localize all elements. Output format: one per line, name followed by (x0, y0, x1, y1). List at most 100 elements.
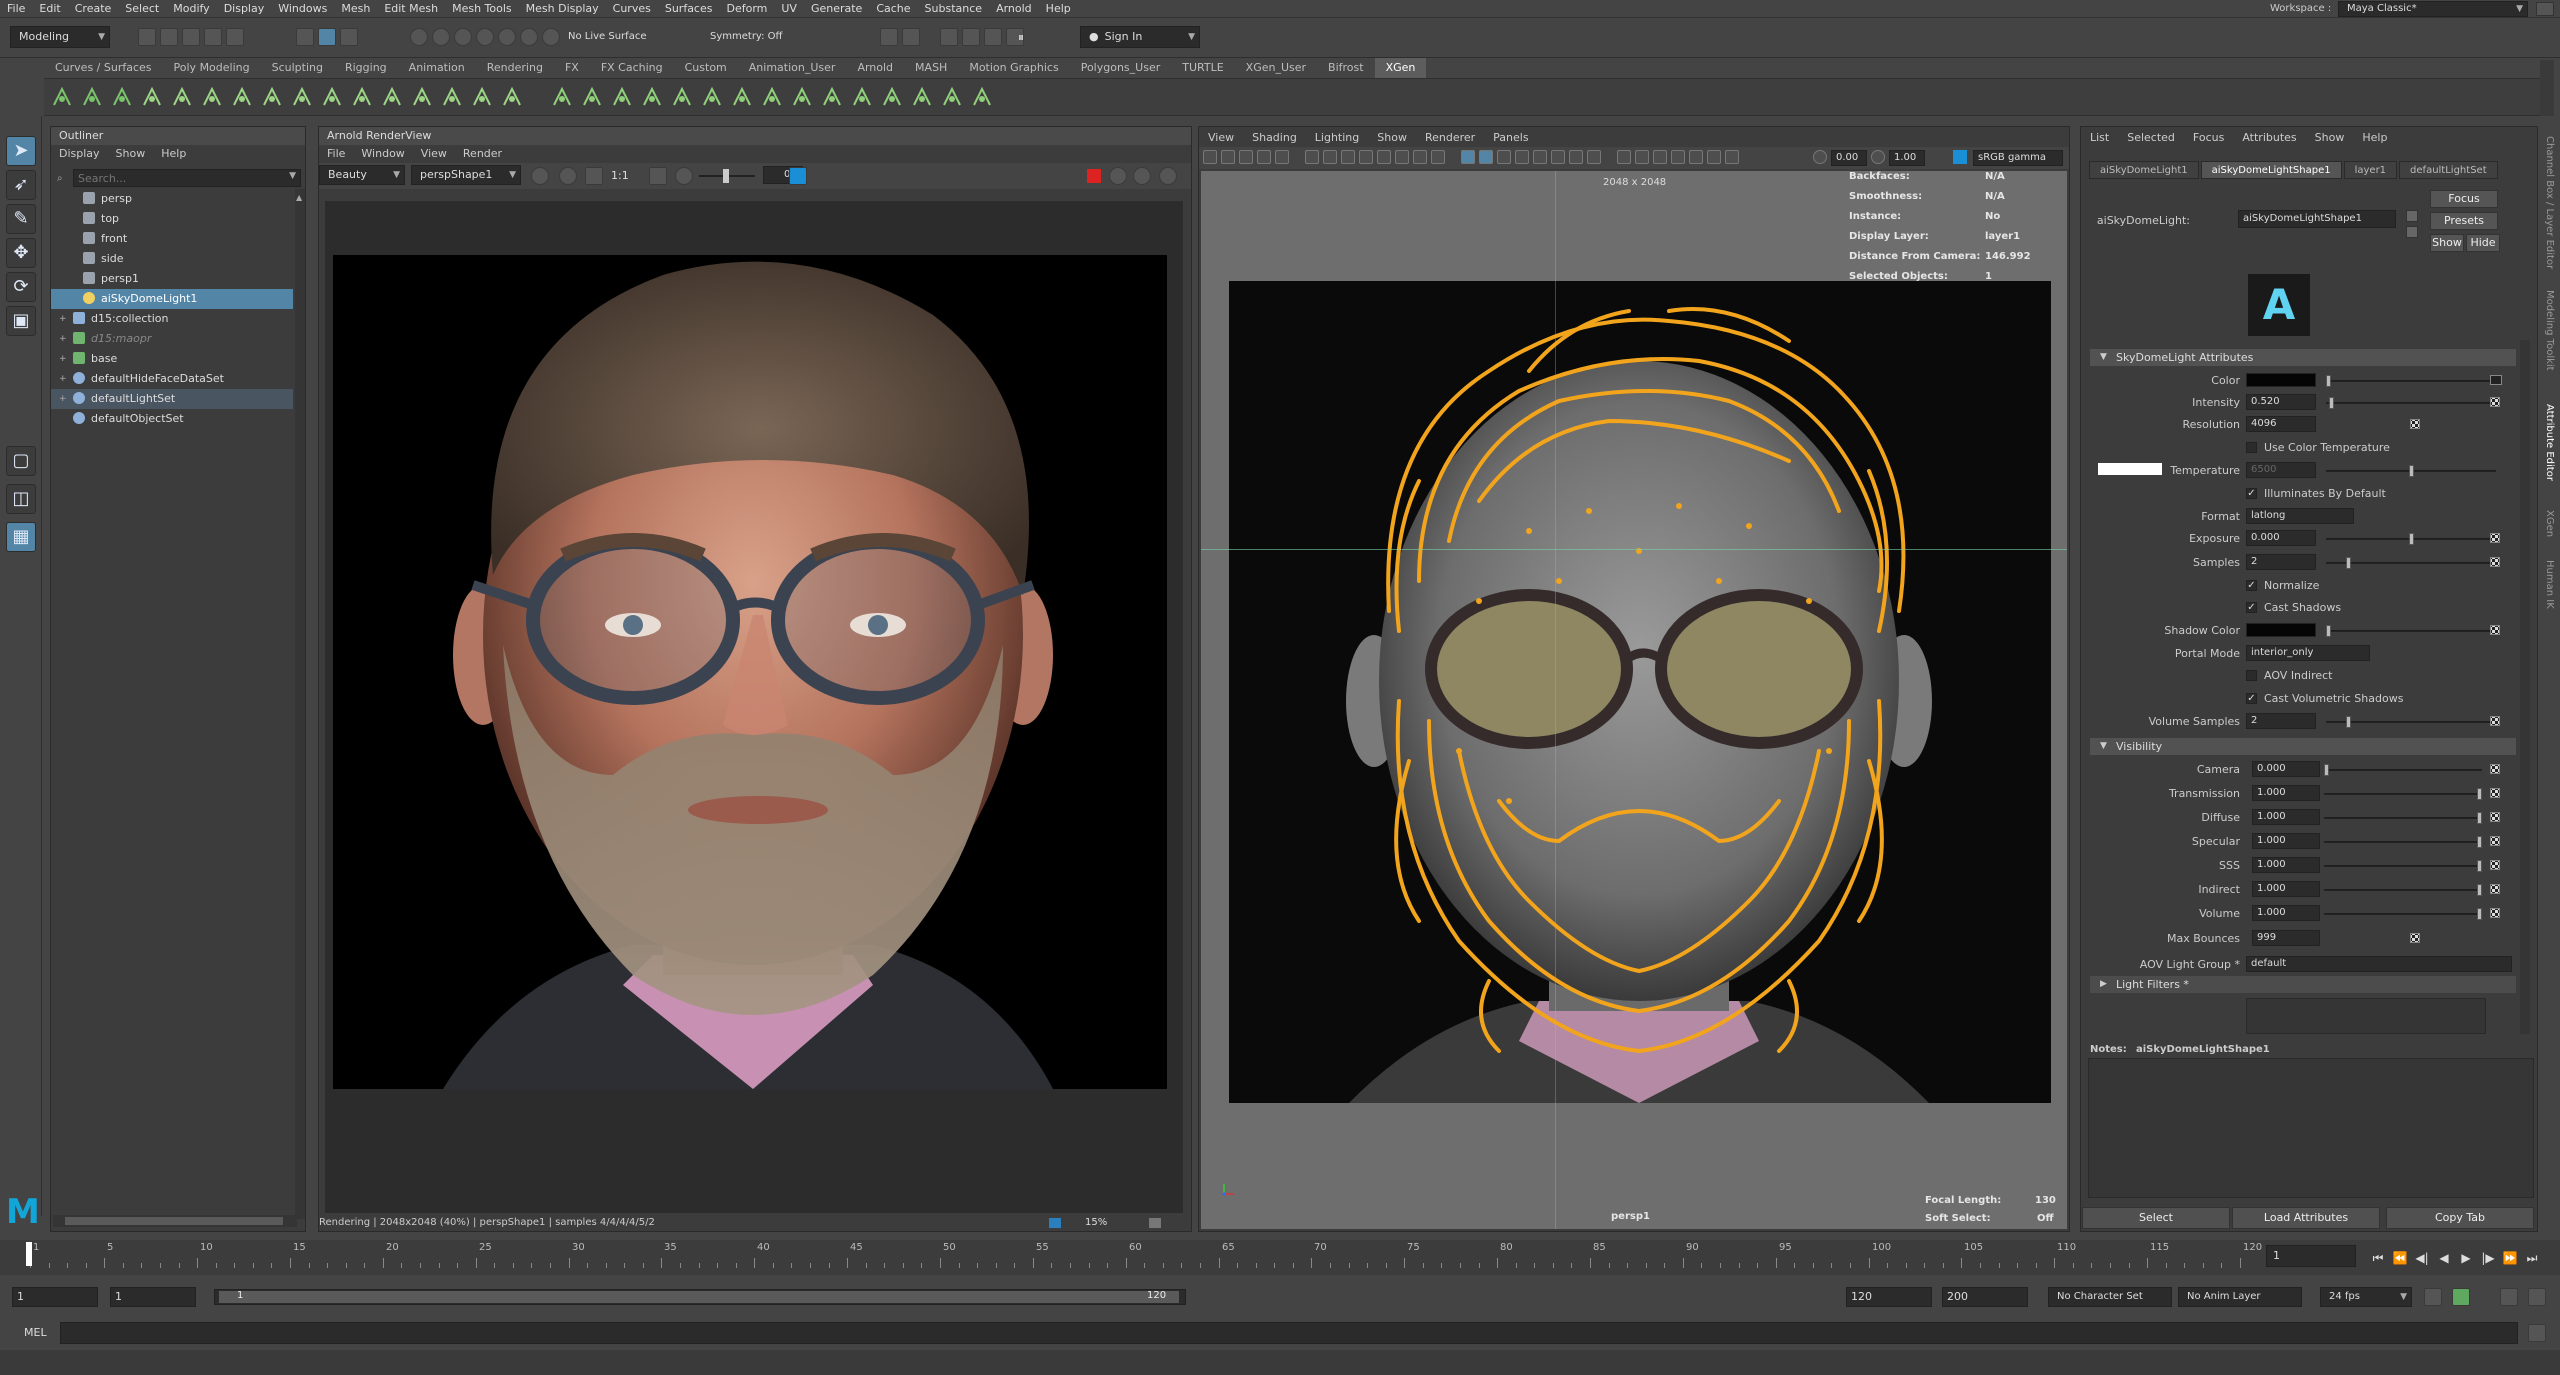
current-frame-field[interactable]: 1 (2266, 1245, 2356, 1267)
scroll-up-icon[interactable]: ▲ (296, 193, 304, 205)
visibility-sss-slider[interactable] (2324, 860, 2482, 872)
gate-mask-icon[interactable] (1377, 150, 1391, 164)
render-canvas[interactable] (325, 201, 1183, 1213)
cast-shadows-checkbox[interactable]: ✓ (2246, 602, 2257, 613)
side-tab-attribute-editor[interactable]: Attribute Editor (2544, 404, 2555, 481)
exposure-slider[interactable] (699, 169, 755, 183)
menu-mesh-display[interactable]: Mesh Display (519, 0, 606, 18)
xgen-part-icon[interactable] (700, 85, 724, 109)
xgen-density-icon[interactable] (580, 85, 604, 109)
menu-uv[interactable]: UV (774, 0, 804, 18)
film-gate-icon[interactable] (1341, 150, 1355, 164)
xgen-transform-icon[interactable] (790, 85, 814, 109)
xgen-preview-icon[interactable] (440, 85, 464, 109)
slider-knob[interactable] (2477, 836, 2482, 848)
outliner-vscrollbar[interactable]: ▲ (295, 189, 305, 1219)
select-object-icon[interactable] (318, 28, 336, 46)
visibility-diffuse-map-icon[interactable] (2490, 812, 2500, 822)
current-time-marker[interactable] (26, 1242, 32, 1266)
move-tool-icon[interactable]: ✥ (6, 238, 36, 268)
slider-knob[interactable] (2477, 908, 2482, 920)
side-tab-human-ik[interactable]: Human IK (2544, 560, 2555, 609)
slider-knob[interactable] (2346, 557, 2351, 569)
xgen-cut-icon[interactable] (320, 85, 344, 109)
field-chart-icon[interactable] (1395, 150, 1409, 164)
xgen-create-icon[interactable] (50, 85, 74, 109)
motion-blur-icon[interactable] (1587, 150, 1601, 164)
color-management-icon[interactable] (789, 167, 807, 185)
aov-select[interactable]: Beauty ▼ (319, 165, 405, 185)
region-select-icon[interactable] (649, 167, 667, 185)
search-options-icon[interactable]: ▼ (289, 171, 296, 181)
visibility-volume-map-icon[interactable] (2490, 908, 2500, 918)
focus-downstream-icon[interactable] (2406, 226, 2418, 238)
format-select[interactable]: latlong (2246, 508, 2354, 524)
pause-icon[interactable]: ⏸ (1018, 28, 1024, 46)
xgen-noise-icon[interactable] (350, 85, 374, 109)
redo-icon[interactable] (226, 28, 244, 46)
volume-samples-slider[interactable] (2326, 716, 2496, 728)
shelf-tab-bifrost[interactable]: Bifrost (1317, 58, 1375, 78)
shelf-tab-sculpting[interactable]: Sculpting (261, 58, 334, 78)
auto-key-icon[interactable] (2452, 1288, 2470, 1306)
shelf-tab-curves-surfaces[interactable]: Curves / Surfaces (44, 58, 163, 78)
visibility-volume-slider[interactable] (2324, 908, 2482, 920)
depth-of-field-icon[interactable] (1635, 150, 1649, 164)
exposure-reset-icon[interactable] (1813, 150, 1827, 164)
script-editor-icon[interactable] (2528, 1324, 2546, 1342)
shelf-tab-rendering[interactable]: Rendering (476, 58, 554, 78)
snap-curve-icon[interactable] (432, 28, 450, 46)
render-frame-icon[interactable] (940, 28, 958, 46)
xgen-select-icon[interactable] (760, 85, 784, 109)
ae-tab[interactable]: aiSkyDomeLightShape1 (2200, 161, 2342, 179)
ae-menu-selected[interactable]: Selected (2118, 131, 2184, 144)
menu-edit-mesh[interactable]: Edit Mesh (377, 0, 445, 18)
resolution-map-icon[interactable] (2410, 419, 2420, 429)
animation-prefs-icon[interactable] (2500, 1288, 2518, 1306)
shadows-icon[interactable] (1551, 150, 1565, 164)
fps-select[interactable]: 24 fps ▼ (2320, 1287, 2412, 1307)
menu-create[interactable]: Create (68, 0, 119, 18)
ae-vscrollbar[interactable] (2520, 340, 2530, 1034)
max-bounces-field[interactable]: 999 (2252, 930, 2320, 946)
xgen-place-guides-icon[interactable] (230, 85, 254, 109)
single-view-layout-icon[interactable]: ▢ (6, 446, 36, 476)
renderview-menu-view[interactable]: View (413, 147, 455, 160)
menu-windows[interactable]: Windows (271, 0, 334, 18)
step-back-key-icon[interactable]: ⏪ (2392, 1250, 2408, 1266)
step-back-frame-icon[interactable]: ◀| (2414, 1250, 2430, 1266)
presets-button[interactable]: Presets (2430, 212, 2498, 230)
playback-start-field[interactable]: 1 (110, 1287, 196, 1307)
outliner-item[interactable]: + d15:collection (51, 309, 293, 329)
character-set-select[interactable]: No Character Set (2048, 1287, 2172, 1307)
viewport-menu-shading[interactable]: Shading (1243, 131, 1306, 144)
visibility-specular-map-icon[interactable] (2490, 836, 2500, 846)
undo-icon[interactable] (204, 28, 222, 46)
slider-knob[interactable] (2409, 465, 2414, 477)
sign-in-button[interactable]: ● Sign In ▼ (1080, 26, 1200, 48)
exposure-field[interactable]: 0.000 (2246, 530, 2316, 546)
workspace-lock-icon[interactable] (2536, 2, 2554, 16)
outliner-search-field[interactable]: ▼ (73, 169, 301, 187)
slider-knob[interactable] (2477, 788, 2482, 800)
normalize-checkbox[interactable]: ✓ (2246, 580, 2257, 591)
lasso-tool-icon[interactable]: ➶ (6, 170, 36, 200)
max-bounces-map-icon[interactable] (2410, 933, 2420, 943)
visibility-indirect-field[interactable]: 1.000 (2252, 881, 2320, 897)
time-slider[interactable]: 1 5 10 15 20 25 30 35 40 45 50 55 60 65 70 75 80 85 90 95 10… (0, 1240, 2560, 1275)
xgen-length-icon[interactable] (610, 85, 634, 109)
hide-button[interactable]: Hide (2466, 234, 2500, 252)
section-skydome-attributes[interactable]: ▼ SkyDomeLight Attributes (2090, 349, 2516, 366)
loop-icon[interactable] (2424, 1288, 2442, 1306)
snap-vertex-icon[interactable] (520, 28, 538, 46)
shelf-tab-animation-user[interactable]: Animation_User (738, 58, 847, 78)
menuset-select[interactable]: Modeling ▼ (10, 26, 110, 48)
workspace-select[interactable]: Maya Classic* ▼ (2338, 1, 2528, 17)
snapshot-icon[interactable] (1149, 1218, 1161, 1228)
play-backward-icon[interactable]: ◀ (2436, 1250, 2452, 1266)
viewport-menu-lighting[interactable]: Lighting (1306, 131, 1368, 144)
shelf-tab-motion-graphics[interactable]: Motion Graphics (958, 58, 1069, 78)
playback-end-field[interactable]: 120 (1846, 1287, 1932, 1307)
play-forward-icon[interactable]: ▶ (2458, 1250, 2474, 1266)
shelf-tab-arnold[interactable]: Arnold (846, 58, 904, 78)
